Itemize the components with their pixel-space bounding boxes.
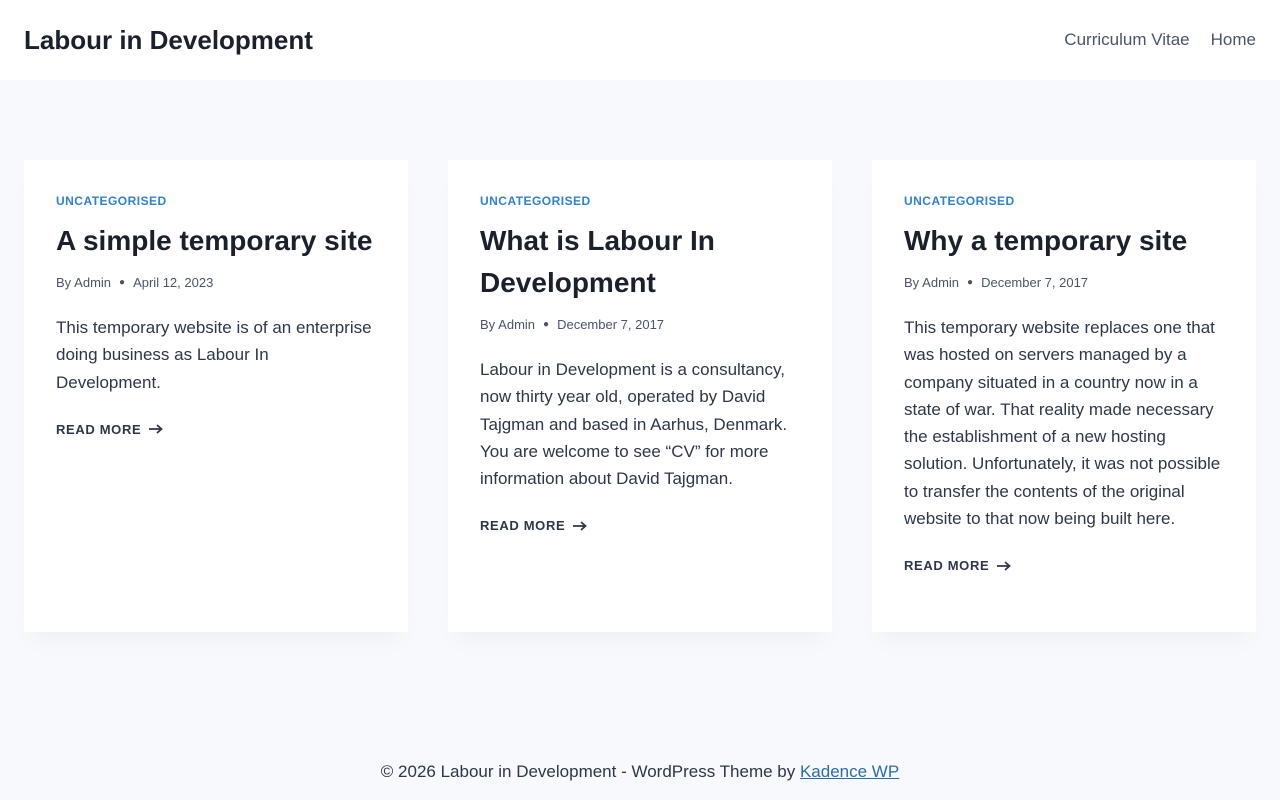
long-arrow-right-icon <box>997 561 1012 571</box>
post-title: Why a temporary site <box>904 220 1224 262</box>
post-meta: By Admin ● April 12, 2023 <box>56 274 376 292</box>
post-byline-label: By <box>56 275 72 290</box>
read-more-link[interactable]: READ MORE <box>904 558 1012 574</box>
read-more-label: READ MORE <box>904 558 990 574</box>
post-meta: By Admin ● December 7, 2017 <box>904 274 1224 292</box>
post-excerpt: This temporary website replaces one that… <box>904 318 1221 529</box>
read-more-link[interactable]: READ MORE <box>480 518 588 534</box>
post-author-link[interactable]: Admin <box>498 316 535 334</box>
meta-separator-icon: ● <box>119 277 126 288</box>
post-author-link[interactable]: Admin <box>922 274 959 292</box>
post-title-link[interactable]: A simple temporary site <box>56 225 372 256</box>
read-more-label: READ MORE <box>56 421 142 437</box>
post-date: December 7, 2017 <box>981 275 1089 290</box>
post-title: A simple temporary site <box>56 220 376 262</box>
post-date: April 12, 2023 <box>133 275 214 290</box>
nav-item-home[interactable]: Home <box>1211 30 1256 50</box>
primary-navigation: Curriculum Vitae Home <box>1043 30 1256 50</box>
post-date: December 7, 2017 <box>557 317 665 332</box>
site-title[interactable]: Labour in Development <box>24 25 313 56</box>
post-title: What is Labour In Development <box>480 220 800 304</box>
meta-separator-icon: ● <box>543 319 550 330</box>
read-more-label: READ MORE <box>480 518 566 534</box>
post-title-link[interactable]: Why a temporary site <box>904 225 1187 256</box>
post-category-link[interactable]: UNCATEGORISED <box>904 194 1224 208</box>
post-excerpt: This temporary website is of an enterpri… <box>56 318 372 392</box>
post-category-link[interactable]: UNCATEGORISED <box>56 194 376 208</box>
post-author-link[interactable]: Admin <box>74 274 111 292</box>
footer-credit-text: © 2026 Labour in Development - WordPress… <box>380 762 800 781</box>
post-excerpt: Labour in Development is a consultancy, … <box>480 360 788 489</box>
post-byline-label: By <box>904 275 920 290</box>
long-arrow-right-icon <box>573 521 588 531</box>
read-more-link[interactable]: READ MORE <box>56 421 164 437</box>
nav-item-curriculum-vitae[interactable]: Curriculum Vitae <box>1064 30 1189 50</box>
post-title-link[interactable]: What is Labour In Development <box>480 225 715 298</box>
meta-separator-icon: ● <box>967 277 974 288</box>
site-footer: © 2026 Labour in Development - WordPress… <box>0 752 1280 792</box>
post-byline-label: By <box>480 317 496 332</box>
post-card: UNCATEGORISED Why a temporary site By Ad… <box>872 160 1256 632</box>
post-category-link[interactable]: UNCATEGORISED <box>480 194 800 208</box>
post-meta: By Admin ● December 7, 2017 <box>480 316 800 334</box>
site-header: Labour in Development Curriculum Vitae H… <box>0 0 1280 80</box>
footer-theme-link[interactable]: Kadence WP <box>800 762 899 781</box>
post-card: UNCATEGORISED What is Labour In Developm… <box>448 160 832 632</box>
post-grid: UNCATEGORISED A simple temporary site By… <box>24 160 1256 632</box>
post-card: UNCATEGORISED A simple temporary site By… <box>24 160 408 632</box>
long-arrow-right-icon <box>149 424 164 435</box>
